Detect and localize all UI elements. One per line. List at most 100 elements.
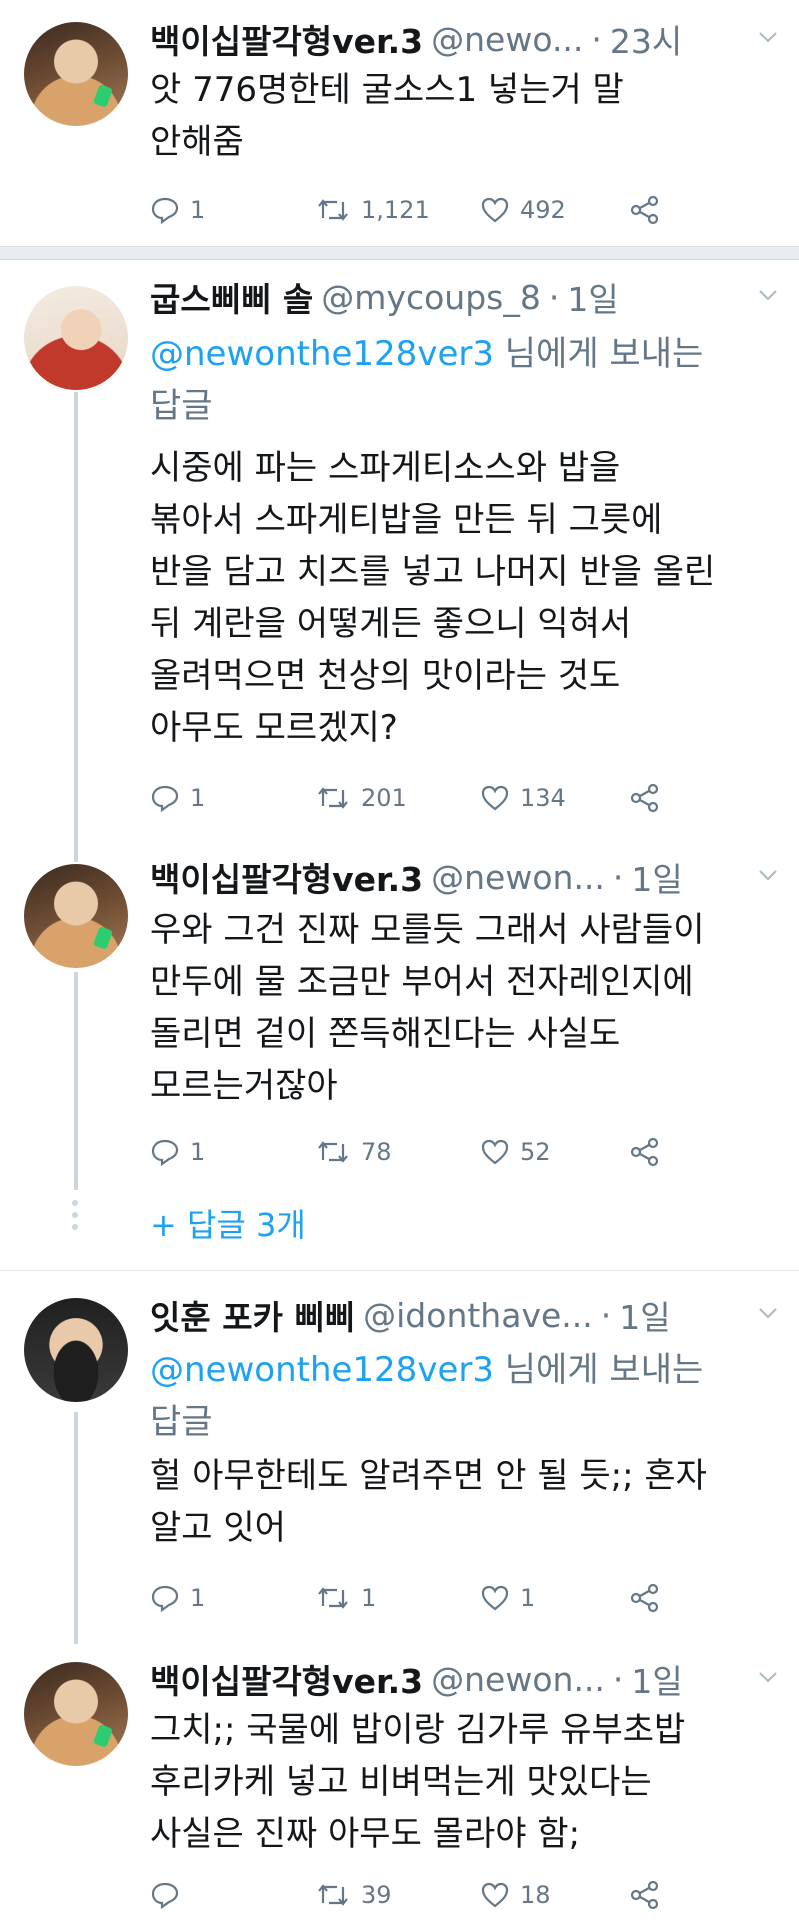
share-button[interactable]: [630, 1583, 670, 1613]
share-icon: [630, 783, 659, 813]
retweet-icon: [318, 199, 348, 221]
timestamp[interactable]: 1일: [631, 1655, 682, 1703]
like-button[interactable]: 18: [480, 1881, 630, 1909]
tweet-actions: 1 1 1: [150, 1578, 770, 1618]
share-button[interactable]: [630, 783, 670, 813]
heart-icon: [481, 1882, 509, 1908]
chevron-down-icon[interactable]: [757, 284, 779, 306]
like-button[interactable]: 52: [480, 1138, 630, 1166]
retweet-count: 39: [361, 1881, 392, 1909]
share-icon: [630, 1137, 659, 1167]
tweet-actions: 1 1,121 492: [150, 190, 770, 230]
tweet[interactable]: 백이십팔각형ver.3 @newo... · 23시 앗 776명한테 굴소스1…: [0, 0, 799, 240]
tweet-text-line: 앗 776명한테 굴소스1 넣는거 말: [150, 70, 624, 110]
like-count: 134: [520, 784, 566, 812]
tweet-header: 백이십팔각형ver.3 @newon... · 1일: [150, 854, 779, 900]
avatar[interactable]: [24, 1298, 128, 1402]
timestamp[interactable]: 1일: [619, 1291, 670, 1339]
thread-dots: [72, 1194, 80, 1236]
like-button[interactable]: 1: [480, 1584, 630, 1612]
mention-link[interactable]: @newonthe128ver3: [150, 334, 494, 374]
chevron-down-icon[interactable]: [757, 1666, 779, 1688]
like-count: 18: [520, 1881, 551, 1909]
timestamp[interactable]: 23시: [610, 15, 682, 63]
reply-button[interactable]: 1: [150, 1584, 315, 1612]
reply-button[interactable]: 1: [150, 1138, 315, 1166]
separator-dot: ·: [548, 277, 560, 317]
share-icon: [630, 195, 659, 225]
share-button[interactable]: [630, 195, 670, 225]
like-button[interactable]: 134: [480, 784, 630, 812]
author-name[interactable]: 백이십팔각형ver.3: [150, 15, 423, 63]
tweet-text: 우와 그건 진짜 모를듯 그래서 사람들이 만두에 물 조금만 부어서 전자레인지…: [150, 904, 780, 1112]
tweet[interactable]: 잇훈 포카 삐삐 @idonthave... · 1일 @newonthe128…: [0, 1282, 799, 1652]
tweet-header: 백이십팔각형ver.3 @newon... · 1일: [150, 1656, 779, 1702]
reply-button[interactable]: [150, 1881, 315, 1909]
share-button[interactable]: [630, 1880, 670, 1910]
share-button[interactable]: [630, 1137, 670, 1167]
timestamp[interactable]: 1일: [567, 273, 618, 321]
tweet-text-line: 그치;; 국물에 밥이랑 김가루 유부초밥: [150, 1710, 686, 1750]
tweet-text-line: 알고 잇어: [150, 1508, 286, 1548]
chevron-down-icon[interactable]: [757, 26, 779, 48]
timestamp[interactable]: 1일: [631, 853, 682, 901]
author-handle[interactable]: @idonthave...: [363, 1296, 593, 1335]
tweet-header: 백이십팔각형ver.3 @newo... · 23시: [150, 16, 779, 62]
heart-icon: [481, 197, 509, 223]
tweet-text-line: 사실은 진짜 아무도 몰라야 함;: [150, 1814, 581, 1854]
reply-count: 1: [190, 1584, 206, 1612]
like-count: 52: [520, 1138, 551, 1166]
tweet-text: 시중에 파는 스파게티소스와 밥을 볶아서 스파게티밥을 만든 뒤 그릇에 반을 담…: [150, 442, 780, 754]
avatar[interactable]: [24, 22, 128, 126]
author-name[interactable]: 잇훈 포카 삐삐: [150, 1291, 355, 1339]
show-more-replies-link[interactable]: + 답글 3개: [150, 1200, 306, 1246]
mention-link[interactable]: @newonthe128ver3: [150, 1350, 494, 1390]
reply-context: @newonthe128ver3 님에게 보내는 답글: [150, 1344, 780, 1448]
chevron-down-icon[interactable]: [757, 864, 779, 886]
retweet-button[interactable]: 1,121: [315, 196, 480, 224]
tweet-text-line: 올려먹으면 천상의 맛이라는 것도: [150, 656, 621, 696]
tweet-text-line: 모르는거잖아: [150, 1066, 338, 1106]
tweet-text: 헐 아무한테도 알려주면 안 될 듯;; 혼자 알고 잇어: [150, 1450, 780, 1554]
retweet-button[interactable]: 201: [315, 784, 480, 812]
avatar[interactable]: [24, 864, 128, 968]
share-icon: [630, 1583, 659, 1613]
author-handle[interactable]: @mycoups_8: [321, 278, 541, 317]
separator-dot: ·: [612, 857, 624, 897]
tweet-text-line: 아무도 모르겠지?: [150, 708, 398, 748]
retweet-icon: [318, 787, 348, 809]
author-name[interactable]: 백이십팔각형ver.3: [150, 1655, 423, 1703]
author-handle[interactable]: @newon...: [431, 858, 605, 897]
tweet[interactable]: 굽스삐삐 솔 @mycoups_8 · 1일 @newonthe128ver3 …: [0, 270, 799, 860]
reply-icon: [151, 1585, 179, 1612]
avatar[interactable]: [24, 1662, 128, 1766]
retweet-icon: [318, 1141, 348, 1163]
tweet[interactable]: 백이십팔각형ver.3 @newon... · 1일 우와 그건 진짜 모를듯 …: [0, 850, 799, 1180]
divider: [0, 1270, 799, 1271]
chevron-down-icon[interactable]: [757, 1302, 779, 1324]
author-name[interactable]: 백이십팔각형ver.3: [150, 853, 423, 901]
retweet-button[interactable]: 1: [315, 1584, 480, 1612]
author-handle[interactable]: @newo...: [431, 20, 583, 59]
reply-suffix-line2: 답글: [150, 386, 213, 426]
heart-icon: [481, 1585, 509, 1611]
tweet-text-line: 시중에 파는 스파게티소스와 밥을: [150, 448, 621, 488]
author-handle[interactable]: @newon...: [431, 1660, 605, 1699]
separator-dot: ·: [600, 1295, 612, 1335]
retweet-icon: [318, 1884, 348, 1906]
retweet-count: 1,121: [361, 196, 430, 224]
like-button[interactable]: 492: [480, 196, 630, 224]
tweet-actions: 1 201 134: [150, 778, 770, 818]
separator-dot: ·: [591, 19, 602, 59]
reply-button[interactable]: 1: [150, 196, 315, 224]
tweet-text: 앗 776명한테 굴소스1 넣는거 말 안해줌: [150, 64, 780, 168]
reply-context: @newonthe128ver3 님에게 보내는 답글: [150, 328, 780, 432]
tweet[interactable]: 백이십팔각형ver.3 @newon... · 1일 그치;; 국물에 밥이랑 …: [0, 1650, 799, 1929]
retweet-button[interactable]: 78: [315, 1138, 480, 1166]
like-count: 492: [520, 196, 566, 224]
reply-button[interactable]: 1: [150, 784, 315, 812]
reply-suffix-line2: 답글: [150, 1402, 213, 1442]
author-name[interactable]: 굽스삐삐 솔: [150, 273, 313, 321]
retweet-button[interactable]: 39: [315, 1881, 480, 1909]
avatar[interactable]: [24, 286, 128, 390]
